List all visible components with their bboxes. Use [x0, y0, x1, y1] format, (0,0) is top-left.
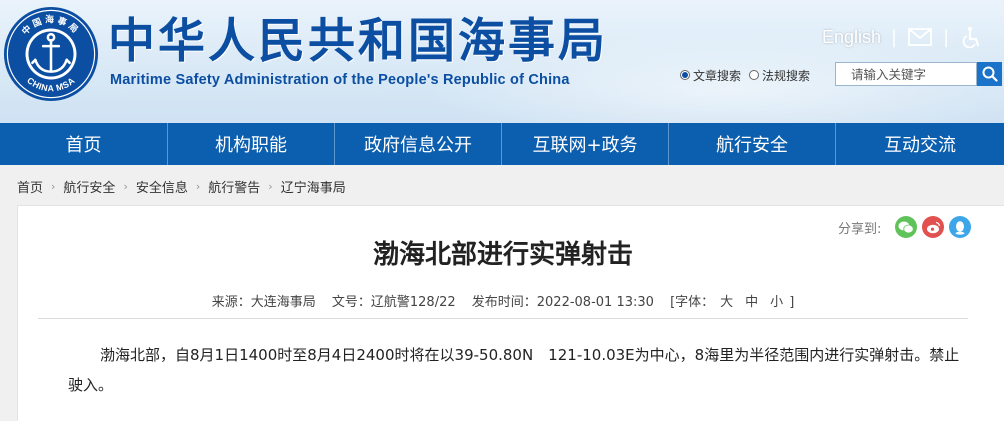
font-size-small[interactable]: 小 [770, 295, 783, 310]
search-button[interactable] [977, 62, 1002, 86]
site-header: 中国海事局 CHINA MSA 中华人民共和国海事局 Maritime Safe… [0, 0, 1004, 123]
article-doc-number: 文号：辽航警128/22 [331, 295, 456, 310]
article-body: 渤海北部，自8月1日1400时至8月4日2400时将在以39-50.80N 12… [68, 346, 960, 394]
breadcrumb-home[interactable]: 首页 [17, 177, 43, 196]
mail-icon[interactable] [907, 26, 933, 48]
font-size-large[interactable]: 大 [720, 295, 733, 310]
breadcrumb-nav-safety[interactable]: 航行安全 [63, 177, 115, 196]
site-title-en: Maritime Safety Administration of the Pe… [110, 72, 570, 88]
breadcrumb-separator: › [51, 179, 56, 193]
breadcrumb-nav-warnings[interactable]: 航行警告 [208, 177, 260, 196]
search-scope: 文章搜索 法规搜索 [680, 66, 818, 84]
nav-item-nav-safety[interactable]: 航行安全 [669, 123, 836, 165]
breadcrumb-safety-info[interactable]: 安全信息 [136, 177, 188, 196]
msa-logo[interactable]: 中国海事局 CHINA MSA [2, 5, 100, 103]
nav-item-functions[interactable]: 机构职能 [168, 123, 335, 165]
accessibility-icon[interactable] [959, 26, 985, 48]
search-option-regulations[interactable]: 法规搜索 [749, 67, 810, 84]
breadcrumb: 首页 › 航行安全 › 安全信息 › 航行警告 › 辽宁海事局 [17, 176, 346, 196]
article-meta: 来源：大连海事局 文号：辽航警128/22 发布时间：2022-08-01 13… [18, 291, 988, 310]
nav-item-gov-info[interactable]: 政府信息公开 [335, 123, 502, 165]
article-divider [38, 318, 968, 319]
search-option-articles[interactable]: 文章搜索 [680, 67, 741, 84]
article-published-time: 发布时间：2022-08-01 13:30 [471, 295, 654, 310]
top-links: English | | [822, 24, 985, 50]
breadcrumb-separator: › [268, 179, 273, 193]
article-source: 来源：大连海事局 [211, 295, 316, 310]
english-link[interactable]: English [822, 27, 881, 48]
font-size-medium[interactable]: 中 [745, 295, 758, 310]
font-size-label: [字体： [670, 295, 715, 310]
font-size-label-close: ] [789, 295, 795, 310]
breadcrumb-liaoning-msa[interactable]: 辽宁海事局 [281, 177, 346, 196]
article-card: 分享到: 渤海北部进行实弹射击 来源：大连海事局 文号：辽航警128/22 发布… [17, 205, 1004, 421]
breadcrumb-separator: › [195, 179, 201, 193]
nav-item-internet-gov[interactable]: 互联网+政务 [502, 123, 669, 165]
nav-item-home[interactable]: 首页 [0, 123, 168, 165]
search-icon [982, 66, 998, 82]
main-nav: 首页 机构职能 政府信息公开 互联网+政务 航行安全 互动交流 [0, 123, 1004, 165]
article-title: 渤海北部进行实弹射击 [372, 240, 633, 270]
site-title-cn: 中华人民共和国海事局 [108, 14, 608, 69]
radio-articles[interactable] [680, 70, 690, 80]
top-separator: | [891, 26, 898, 48]
radio-regulations[interactable] [749, 70, 760, 80]
breadcrumb-separator: › [123, 179, 128, 193]
nav-item-interaction[interactable]: 互动交流 [836, 123, 1004, 165]
top-separator: | [943, 26, 950, 48]
search-input[interactable] [835, 62, 977, 86]
